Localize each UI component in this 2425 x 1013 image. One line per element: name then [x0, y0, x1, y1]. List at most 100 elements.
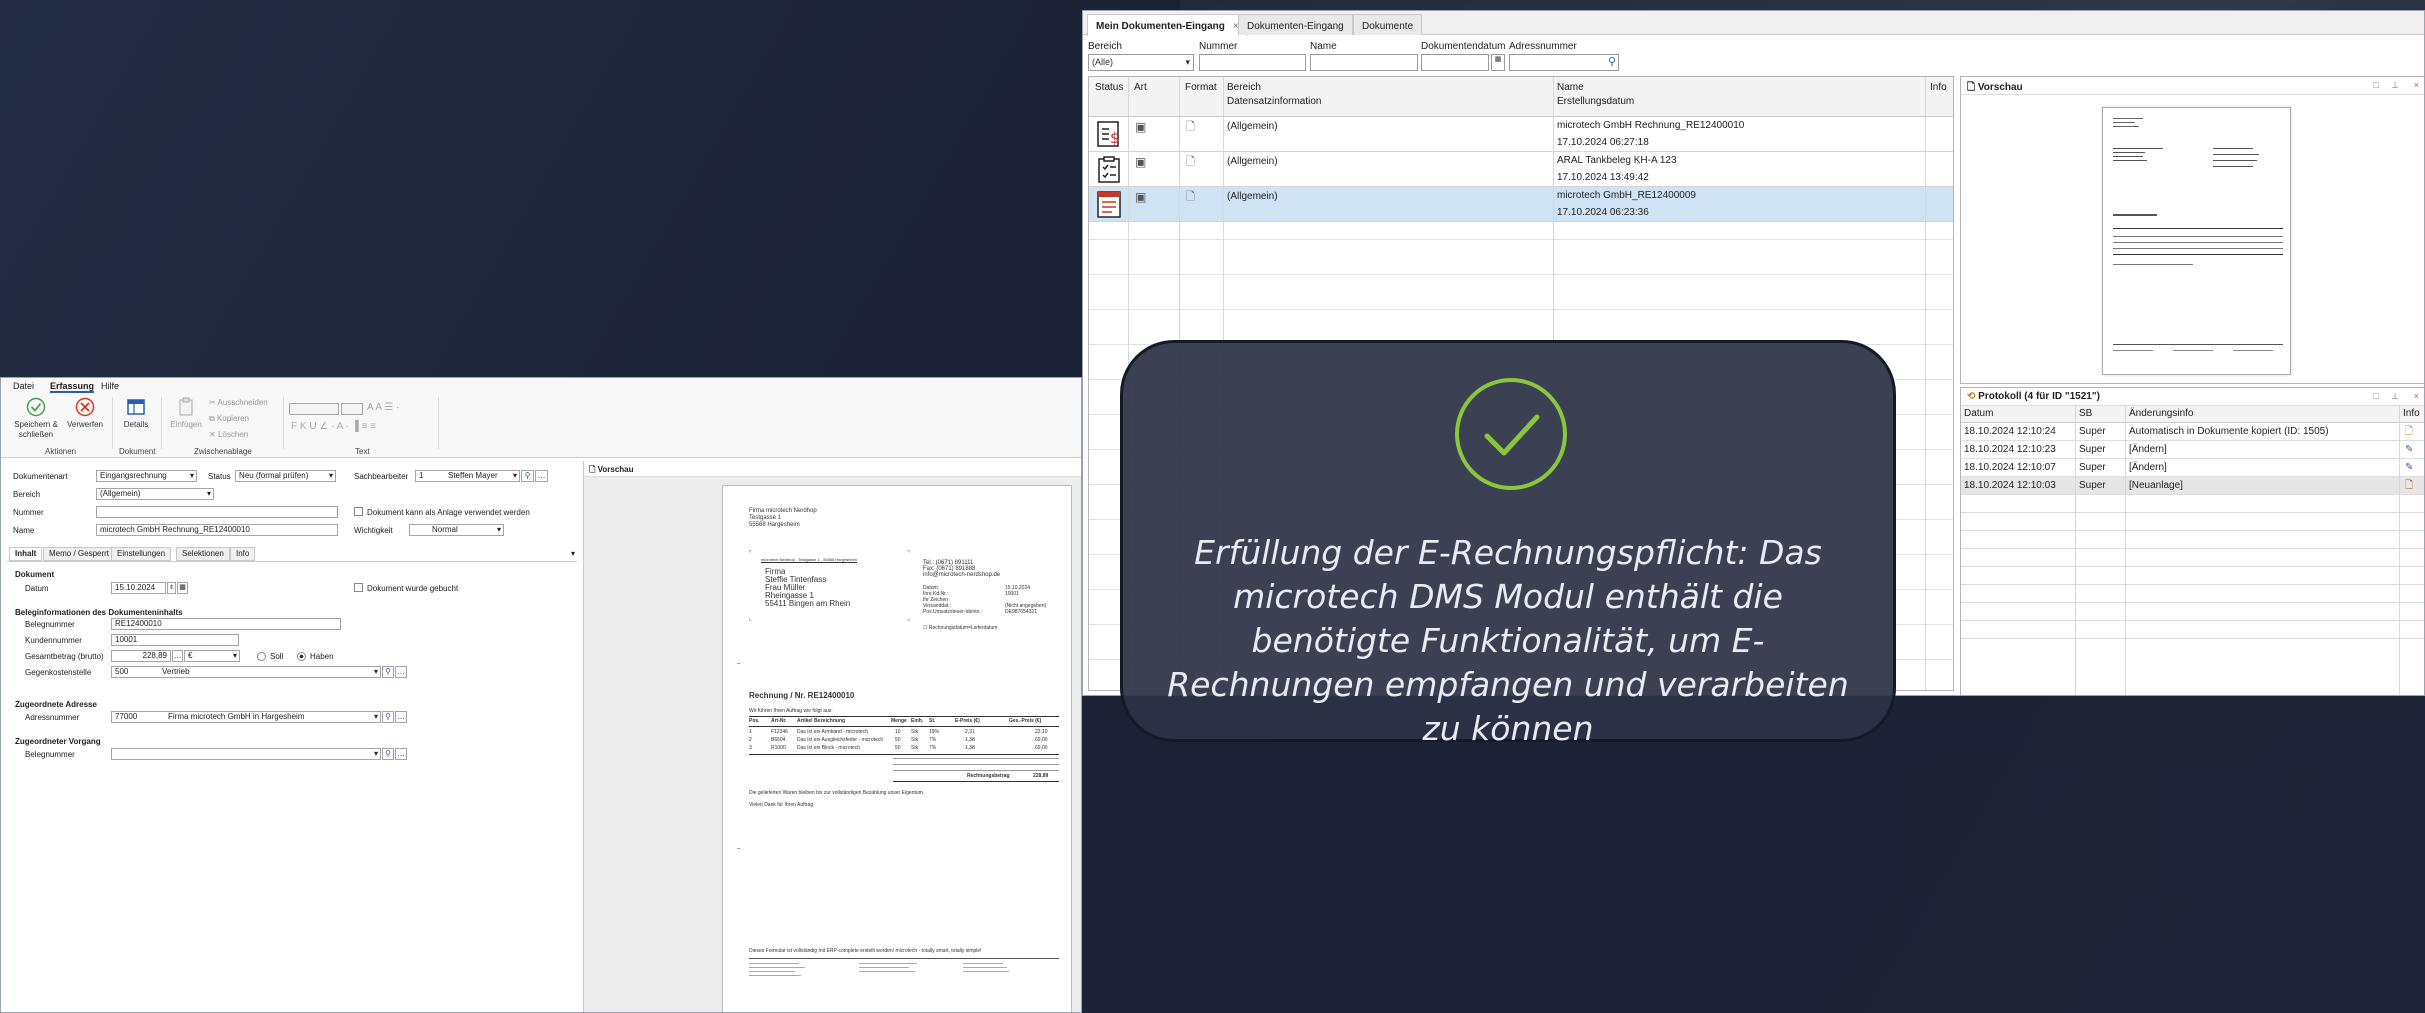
- protokoll-datum: 18.10.2024 12:10:07: [1964, 462, 2056, 473]
- menu-datei[interactable]: Datei: [13, 381, 34, 391]
- col-datum[interactable]: Datum: [1964, 406, 1993, 422]
- adressnummer-select[interactable]: 77000 Firma microtech GmbH in Hargesheim ▾: [111, 711, 381, 723]
- pin-icon[interactable]: ⊥: [2391, 80, 2399, 91]
- nummer-input[interactable]: [96, 506, 338, 518]
- delete-icon: ✕: [209, 430, 218, 439]
- calendar-icon[interactable]: ▦: [1491, 54, 1505, 71]
- left-preview-pane: 🗋 Vorschau Firma microtech Nerdhop Testg…: [583, 461, 1081, 1012]
- status-select[interactable]: Neu (formal prüfen) ▾: [235, 470, 336, 482]
- menu-erfassung[interactable]: Erfassung: [50, 381, 95, 393]
- col-info[interactable]: Info: [1930, 81, 1947, 95]
- sachbearbeiter-select[interactable]: 1 Steffen Mayer ▾: [415, 470, 520, 482]
- font-size-select[interactable]: [341, 403, 363, 415]
- tab-dokumente[interactable]: Dokumente: [1353, 14, 1423, 35]
- col-format[interactable]: Format: [1185, 81, 1217, 95]
- select-value: (Alle): [1092, 57, 1114, 67]
- adressnummer-input[interactable]: ⚲: [1509, 54, 1619, 71]
- more-button[interactable]: …: [395, 711, 407, 723]
- protokoll-row[interactable]: 18.10.2024 12:10:23 Super [Ändern] ✎: [1961, 441, 2424, 459]
- name-input[interactable]: microtech GmbH Rechnung_RE12400010: [96, 524, 338, 536]
- save-close-button[interactable]: Speichern & schließen: [11, 397, 61, 440]
- subtab-memo[interactable]: Memo / Gesperrt: [43, 547, 116, 561]
- wichtigkeit-select[interactable]: Normal ▾: [409, 524, 504, 536]
- belegnummer-input[interactable]: RE12400010: [111, 618, 341, 630]
- vorgang-belegnummer-select[interactable]: ▾: [111, 748, 381, 760]
- gegenkonto-nr: 500: [115, 667, 129, 676]
- bereich-select[interactable]: (Allgemein) ▾: [96, 488, 214, 500]
- col-bereich[interactable]: Bereich Datensatzinformation: [1227, 81, 1322, 109]
- waehrung-select[interactable]: € ▾: [184, 650, 240, 662]
- font-family-select[interactable]: [289, 403, 339, 415]
- name-input[interactable]: [1310, 54, 1418, 71]
- paste-button[interactable]: Einfügen: [169, 397, 203, 430]
- calculator-button[interactable]: …: [172, 650, 183, 662]
- tab-dokumenten-eingang[interactable]: Dokumenten-Eingang: [1238, 14, 1353, 35]
- haben-radio[interactable]: [297, 652, 306, 661]
- invoice-document[interactable]: Firma microtech Nerdhop Testgasse 1 5556…: [722, 485, 1072, 1012]
- table-row[interactable]: ▣ 🗋 (Allgemein) ARAL Tankbeleg KH-A 123 …: [1089, 152, 1953, 187]
- group-label-aktionen: Aktionen: [45, 447, 77, 456]
- col-status[interactable]: Status: [1095, 81, 1123, 95]
- nummer-input[interactable]: [1199, 54, 1306, 71]
- pin-icon[interactable]: ⊥: [2391, 391, 2399, 402]
- search-icon[interactable]: ⚲: [382, 711, 394, 723]
- anlage-checkbox[interactable]: [354, 507, 363, 516]
- more-button[interactable]: …: [395, 748, 407, 760]
- protokoll-title-label: Protokoll (4 für ID "1521"): [1978, 391, 2100, 402]
- doc-th: Ges.-Preis (€): [1009, 718, 1042, 724]
- preview-title: 🗋 Vorschau: [584, 461, 1081, 477]
- betrag-input[interactable]: 228,89: [111, 650, 171, 662]
- col-datensatz-label: Datensatzinformation: [1227, 96, 1322, 107]
- menu-hilfe[interactable]: Hilfe: [101, 381, 119, 391]
- search-icon[interactable]: ⚲: [1608, 55, 1616, 68]
- dokumentendatum-input[interactable]: [1421, 54, 1489, 71]
- adresse-name: Firma microtech GmbH in Hargesheim: [168, 712, 305, 721]
- col-info[interactable]: Info: [2403, 406, 2420, 422]
- subtab-einstellungen[interactable]: Einstellungen: [111, 547, 172, 561]
- search-icon[interactable]: ⚲: [382, 748, 394, 760]
- restore-icon[interactable]: □: [2374, 391, 2379, 401]
- more-button[interactable]: …: [395, 666, 407, 678]
- more-button[interactable]: …: [535, 470, 548, 482]
- tab-mein-dokumenten-eingang[interactable]: Mein Dokumenten-Eingang ×: [1087, 14, 1248, 36]
- soll-radio[interactable]: [257, 652, 266, 661]
- col-art[interactable]: Art: [1134, 81, 1147, 95]
- discard-button[interactable]: Verwerfen: [63, 397, 107, 430]
- table-row[interactable]: $ ▣ 🗋 (Allgemein) microtech GmbH Rechnun…: [1089, 117, 1953, 152]
- protokoll-row[interactable]: 18.10.2024 12:10:03 Super [Neuanlage] 🗋: [1961, 477, 2424, 495]
- details-button[interactable]: Details: [117, 397, 155, 430]
- sachbearbeiter-name: Steffen Mayer: [448, 471, 498, 480]
- paste-label: Einfügen: [170, 420, 202, 429]
- search-icon[interactable]: ⚲: [382, 666, 394, 678]
- gegenkonto-select[interactable]: 500 Vertrieb ▾: [111, 666, 381, 678]
- datum-input[interactable]: 15.10.2024: [111, 582, 166, 594]
- gebucht-checkbox[interactable]: [354, 583, 363, 592]
- search-icon[interactable]: ⚲: [521, 470, 534, 482]
- document-thumbnail[interactable]: [2102, 107, 2291, 375]
- column-divider: [2075, 406, 2076, 695]
- copy-button[interactable]: ⧉ Kopieren: [209, 414, 249, 424]
- cut-button[interactable]: ✂ Ausschneiden: [209, 398, 268, 408]
- collapse-icon[interactable]: ▾: [571, 549, 575, 558]
- subtab-selektionen[interactable]: Selektionen: [176, 547, 230, 561]
- protokoll-row[interactable]: 18.10.2024 12:10:24 Super Automatisch in…: [1961, 423, 2424, 441]
- bereich-select[interactable]: (Alle) ▾: [1088, 54, 1194, 71]
- checkmark-icon: [26, 397, 46, 417]
- restore-icon[interactable]: □: [2374, 80, 2379, 90]
- protokoll-row[interactable]: 18.10.2024 12:10:07 Super [Ändern] ✎: [1961, 459, 2424, 477]
- delete-button[interactable]: ✕ Löschen: [209, 430, 248, 440]
- kundennummer-input[interactable]: 10001: [111, 634, 239, 646]
- subtab-inhalt[interactable]: Inhalt: [9, 547, 43, 561]
- subtab-info[interactable]: Info: [230, 547, 256, 561]
- dokumentenart-select[interactable]: Eingangsrechnung ▾: [96, 470, 197, 482]
- close-icon[interactable]: ×: [2414, 80, 2419, 90]
- col-aenderungsinfo[interactable]: Änderungsinfo: [2129, 406, 2194, 422]
- calendar-icon[interactable]: ▦: [177, 582, 188, 594]
- close-icon[interactable]: ×: [2414, 391, 2419, 401]
- status-label: Status: [208, 472, 231, 481]
- date-spinner[interactable]: ⇕: [167, 582, 176, 594]
- table-row-selected[interactable]: ▣ 🗋 (Allgemein) microtech GmbH_RE1240000…: [1089, 187, 1953, 222]
- select-value: (Allgemein): [100, 489, 141, 498]
- col-sb[interactable]: SB: [2079, 406, 2092, 422]
- col-name[interactable]: Name Erstellungsdatum: [1557, 81, 1634, 109]
